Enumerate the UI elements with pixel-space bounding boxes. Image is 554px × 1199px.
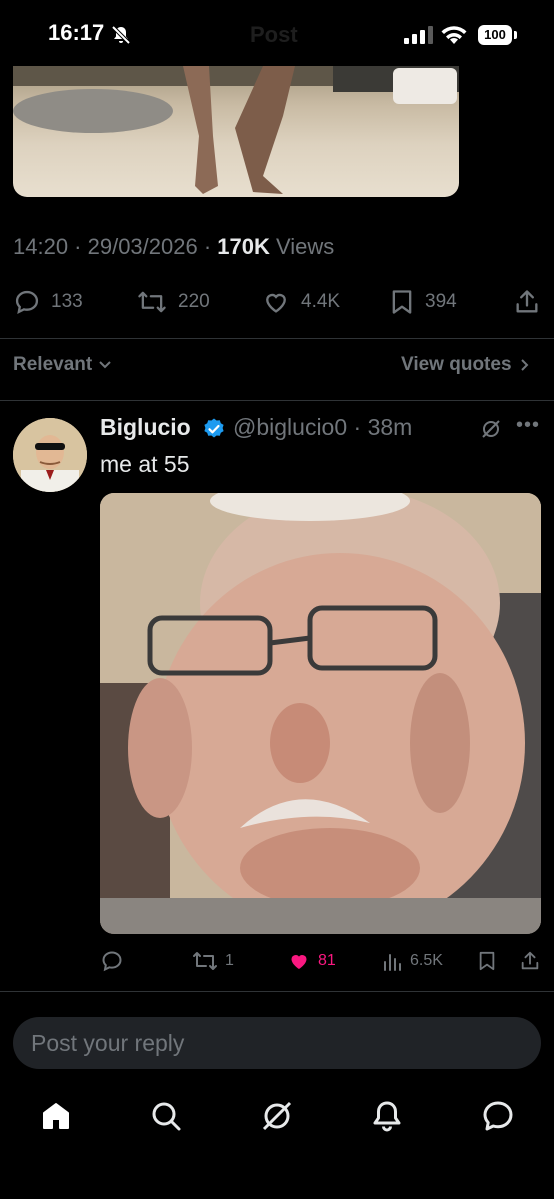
reply-views-count: 6.5K	[410, 952, 443, 969]
divider	[0, 400, 554, 401]
reply-author-name[interactable]: Biglucio	[100, 414, 191, 441]
verified-badge-icon	[202, 417, 226, 441]
repost-button[interactable]: 220	[136, 286, 210, 318]
chevron-down-icon	[99, 361, 111, 369]
reply-repost-count: 1	[225, 952, 234, 969]
reply-button[interactable]: 133	[13, 286, 83, 318]
reply-handle-time: @biglucio0 · 38m	[233, 414, 413, 440]
reply-bookmark-button[interactable]	[477, 946, 497, 976]
bookmark-icon	[392, 290, 412, 314]
share-icon	[521, 951, 539, 970]
status-bar: 16:17 Post 100	[0, 0, 554, 70]
reply-count: 133	[51, 291, 83, 312]
reply-icon	[15, 290, 39, 315]
reply-views-button[interactable]: 6.5K	[382, 946, 443, 976]
repost-count: 220	[178, 291, 210, 312]
home-icon	[43, 1103, 69, 1129]
avatar[interactable]	[13, 418, 87, 492]
divider	[0, 338, 554, 339]
cellular-signal-icon	[404, 26, 434, 44]
reply-media-image[interactable]	[100, 493, 541, 934]
battery-tip	[514, 31, 517, 39]
repost-icon	[138, 291, 166, 313]
repost-icon	[193, 952, 217, 970]
bookmark-icon	[479, 951, 495, 971]
divider	[0, 991, 554, 992]
reply-icon	[102, 951, 122, 972]
more-options-icon[interactable]: •••	[516, 414, 540, 437]
post-media-image[interactable]	[13, 66, 459, 197]
bookmark-count: 394	[425, 291, 457, 312]
like-count: 4.4K	[301, 291, 341, 312]
wifi-icon	[440, 24, 468, 46]
battery-indicator: 100	[478, 25, 512, 45]
bookmark-button[interactable]: 394	[389, 286, 457, 318]
heart-icon	[266, 293, 286, 313]
messages-tab[interactable]	[480, 1098, 516, 1134]
status-time: 16:17	[48, 20, 105, 45]
grok-icon	[262, 1101, 292, 1131]
notifications-icon	[373, 1101, 401, 1132]
view-quotes-label: View quotes	[401, 354, 512, 375]
reply-like-count: 81	[318, 952, 336, 969]
like-button[interactable]: 4.4K	[261, 286, 340, 318]
chevron-right-icon	[520, 359, 528, 371]
messages-icon	[483, 1101, 513, 1131]
sort-dropdown[interactable]: Relevant	[13, 354, 112, 376]
heart-filled-icon	[291, 954, 307, 969]
post-timestamp-row: 14:20 · 29/03/2026 · 170K Views	[13, 234, 334, 260]
post-timestamp: 14:20 · 29/03/2026 ·	[13, 234, 218, 259]
search-tab[interactable]	[148, 1098, 184, 1134]
silent-bell-icon	[110, 24, 132, 46]
home-tab[interactable]	[38, 1098, 74, 1134]
grok-icon[interactable]	[480, 418, 502, 440]
reply-share-button[interactable]	[519, 946, 541, 976]
post-views-count: 170K	[217, 234, 270, 259]
search-icon	[152, 1102, 181, 1131]
reply-repost-button[interactable]: 1	[191, 946, 234, 976]
share-button[interactable]	[513, 286, 541, 318]
share-icon	[516, 290, 538, 313]
reply-composer-input[interactable]: Post your reply	[13, 1017, 541, 1069]
notifications-tab[interactable]	[369, 1098, 405, 1134]
post-actions: 133 220 4.4K 394	[13, 286, 543, 318]
analytics-icon	[384, 954, 401, 971]
view-quotes-link[interactable]: View quotes	[401, 354, 530, 376]
sort-label: Relevant	[13, 354, 93, 375]
post-views-label: Views	[269, 234, 335, 259]
grok-tab[interactable]	[259, 1098, 295, 1134]
reply-actions: 1 81 6.5K	[100, 946, 544, 976]
reply-comment-button[interactable]	[100, 946, 124, 976]
reply-like-button[interactable]: 81	[286, 946, 336, 976]
reply-text: me at 55	[100, 451, 190, 477]
page-title: Post	[250, 22, 298, 47]
